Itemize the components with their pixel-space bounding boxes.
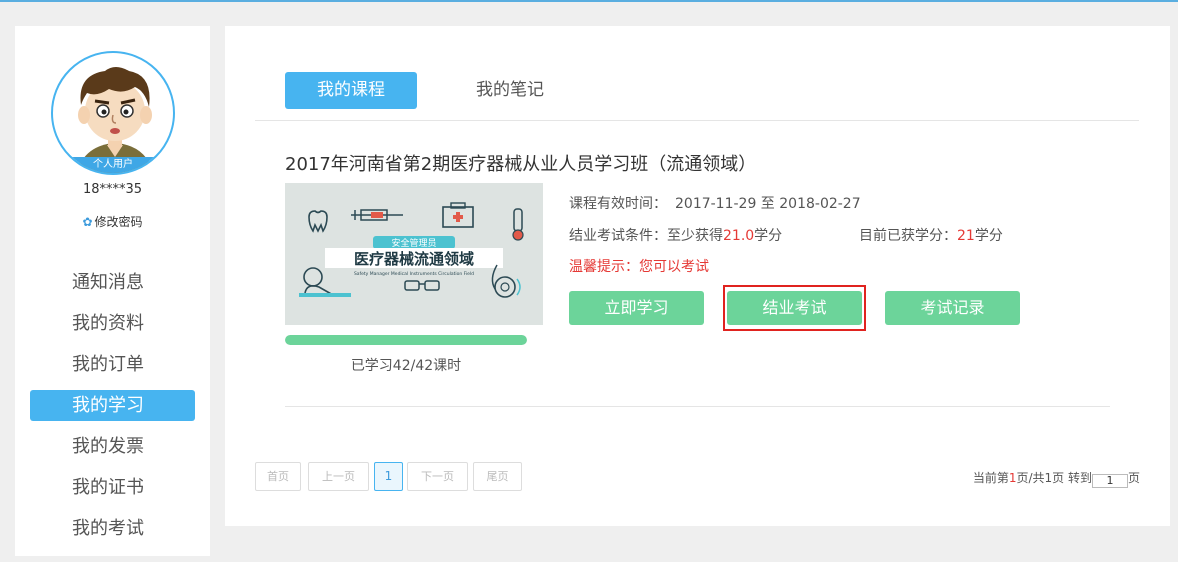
- cond-value: 21.0: [723, 228, 755, 244]
- sidebar-menu: 通知消息 我的资料 我的订单 我的学习 我的发票 我的证书 我的考试: [30, 267, 195, 554]
- avatar-badge: 个人用户: [53, 157, 173, 173]
- course-valid-period: 课程有效时间： 2017-11-29 至 2018-02-27: [569, 193, 861, 213]
- pager-info-mid: 页/共: [1016, 471, 1045, 485]
- pager-info: 当前第1页/共1页 转到 1 页: [973, 469, 1140, 488]
- glasses-icon: [404, 280, 440, 291]
- study-progress-fill: [285, 335, 527, 345]
- pager-jump-suffix: 页: [1127, 471, 1140, 485]
- main-panel: 我的课程 我的笔记 2017年河南省第2期医疗器械从业人员学习班（流通领域） 安…: [225, 26, 1170, 526]
- exam-condition: 结业考试条件：至少获得21.0学分: [569, 225, 782, 245]
- start-study-button[interactable]: 立即学习: [569, 291, 704, 325]
- pager-info-prefix: 当前第: [972, 471, 1009, 485]
- sidebar-item-exams[interactable]: 我的考试: [30, 513, 195, 544]
- page-first-button[interactable]: 首页: [255, 462, 301, 491]
- tab-bar: 我的课程 我的笔记: [255, 72, 1139, 121]
- course-divider: [285, 406, 1110, 407]
- page-next-button[interactable]: 下一页: [407, 462, 468, 491]
- sidebar-item-invoices[interactable]: 我的发票: [30, 431, 195, 462]
- sidebar-item-certificates[interactable]: 我的证书: [30, 472, 195, 503]
- course-title[interactable]: 2017年河南省第2期医疗器械从业人员学习班（流通领域）: [285, 150, 756, 176]
- avatar[interactable]: 个人用户: [51, 51, 175, 175]
- earned-suffix: 学分: [974, 228, 1003, 244]
- microscope-icon: [299, 267, 351, 297]
- tooth-icon: [308, 210, 328, 233]
- sidebar-item-notices[interactable]: 通知消息: [30, 267, 195, 298]
- earned-credits: 目前已获学分：21学分: [859, 225, 1003, 245]
- page-jump-input[interactable]: 1: [1091, 474, 1128, 488]
- sidebar-item-orders[interactable]: 我的订单: [30, 349, 195, 380]
- page-last-button[interactable]: 尾页: [473, 462, 522, 491]
- top-line: [0, 0, 1178, 2]
- study-progress-bar: [285, 335, 527, 345]
- first-aid-kit-icon: [442, 202, 474, 228]
- exam-tip: 温馨提示：您可以考试: [569, 259, 709, 275]
- final-exam-button[interactable]: 结业考试: [727, 291, 862, 325]
- sidebar-item-study[interactable]: 我的学习: [30, 390, 195, 421]
- valid-value: 2017-11-29 至 2018-02-27: [675, 196, 861, 212]
- earned-prefix: 目前已获学分：: [859, 228, 957, 244]
- page-prev-button[interactable]: 上一页: [308, 462, 369, 491]
- sidebar: 个人用户 18****35 ✿ 修改密码 通知消息 我的资料 我的订单 我的学习 …: [15, 26, 210, 556]
- change-password-label: 修改密码: [94, 215, 143, 229]
- thermometer-icon: [512, 208, 524, 241]
- thumb-badge: 安全管理员: [391, 237, 436, 249]
- thumb-subtitle: Safety Manager Medical Instruments Circu…: [354, 271, 474, 277]
- cond-prefix: 结业考试条件：至少获得: [569, 228, 723, 244]
- pager-info-total: 1: [1044, 471, 1053, 485]
- earned-value: 21: [957, 228, 975, 244]
- thumb-title: 医疗器械流通领域: [354, 250, 474, 268]
- stethoscope-icon: [491, 264, 521, 298]
- username: 18****35: [82, 182, 143, 197]
- course-thumbnail[interactable]: 安全管理员 医疗器械流通领域 Safety Manager Medical In…: [285, 183, 543, 325]
- tab-my-notes[interactable]: 我的笔记: [447, 72, 573, 109]
- study-progress-text: 已学习42/42课时: [350, 358, 462, 374]
- sidebar-item-profile[interactable]: 我的资料: [30, 308, 195, 339]
- valid-label: 课程有效时间：: [569, 196, 667, 212]
- tab-my-courses[interactable]: 我的课程: [285, 72, 417, 109]
- page-current-button[interactable]: 1: [374, 462, 403, 491]
- change-password-link[interactable]: ✿ 修改密码: [15, 213, 210, 230]
- syringe-icon: [351, 209, 403, 221]
- gear-icon: ✿: [82, 215, 93, 229]
- cond-suffix: 学分: [754, 228, 783, 244]
- pager-info-suffix: 页 转到: [1052, 471, 1092, 485]
- exam-records-button[interactable]: 考试记录: [885, 291, 1020, 325]
